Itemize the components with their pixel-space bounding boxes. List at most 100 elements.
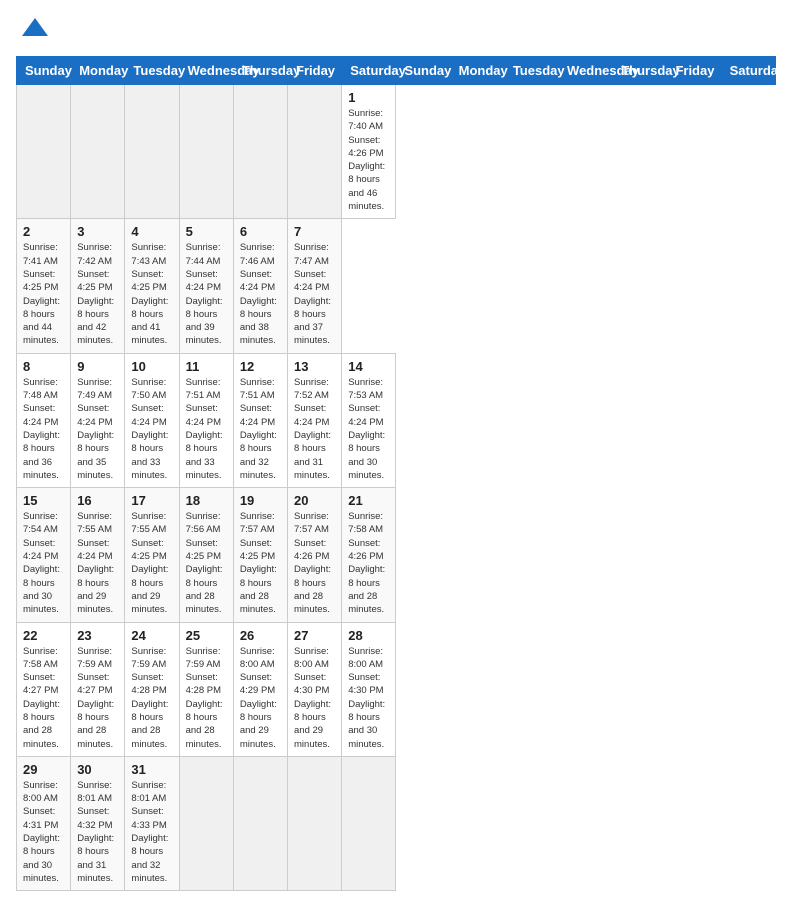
calendar-week-row: 1Sunrise: 7:40 AM Sunset: 4:26 PM Daylig…: [17, 85, 776, 219]
calendar-cell: 3Sunrise: 7:42 AM Sunset: 4:25 PM Daylig…: [71, 219, 125, 353]
header-col-saturday: Saturday: [721, 57, 775, 85]
day-number: 29: [23, 762, 64, 777]
day-info: Sunrise: 7:58 AM Sunset: 4:26 PM Dayligh…: [348, 510, 389, 616]
day-number: 1: [348, 90, 389, 105]
calendar-cell: [125, 85, 179, 219]
calendar-cell: 21Sunrise: 7:58 AM Sunset: 4:26 PM Dayli…: [342, 488, 396, 622]
day-number: 7: [294, 224, 335, 239]
header-sunday: Sunday: [17, 57, 71, 85]
calendar-cell: 19Sunrise: 7:57 AM Sunset: 4:25 PM Dayli…: [233, 488, 287, 622]
day-info: Sunrise: 7:53 AM Sunset: 4:24 PM Dayligh…: [348, 376, 389, 482]
day-number: 14: [348, 359, 389, 374]
day-number: 22: [23, 628, 64, 643]
header-col-friday: Friday: [667, 57, 721, 85]
calendar-cell: [342, 756, 396, 890]
calendar-cell: 7 Sunrise: 7:47 AM Sunset: 4:24 PM Daylig…: [288, 219, 342, 353]
calendar-cell: [288, 756, 342, 890]
day-info: Sunrise: 7:55 AM Sunset: 4:25 PM Dayligh…: [131, 510, 172, 616]
day-info: Sunrise: 7:46 AM Sunset: 4:24 PM Dayligh…: [240, 241, 281, 347]
day-info: Sunrise: 8:00 AM Sunset: 4:29 PM Dayligh…: [240, 645, 281, 751]
day-number: 23: [77, 628, 118, 643]
calendar-cell: 20Sunrise: 7:57 AM Sunset: 4:26 PM Dayli…: [288, 488, 342, 622]
header-wednesday: Wednesday: [179, 57, 233, 85]
calendar-cell: [233, 85, 287, 219]
logo-icon: [20, 16, 50, 46]
calendar-cell: [71, 85, 125, 219]
calendar-cell: 18 Sunrise: 7:56 AM Sunset: 4:25 PM Dayli…: [179, 488, 233, 622]
day-number: 17: [131, 493, 172, 508]
calendar-week-row: 8 Sunrise: 7:48 AM Sunset: 4:24 PM Daylig…: [17, 353, 776, 487]
calendar-cell: 6Sunrise: 7:46 AM Sunset: 4:24 PM Daylig…: [233, 219, 287, 353]
calendar-cell: 1Sunrise: 7:40 AM Sunset: 4:26 PM Daylig…: [342, 85, 396, 219]
day-info: Sunrise: 7:50 AM Sunset: 4:24 PM Dayligh…: [131, 376, 172, 482]
calendar-cell: 15 Sunrise: 7:54 AM Sunset: 4:24 PM Dayli…: [17, 488, 71, 622]
calendar-cell: 27 Sunrise: 8:00 AM Sunset: 4:30 PM Dayli…: [288, 622, 342, 756]
calendar-cell: [233, 756, 287, 890]
calendar-cell: 2 Sunrise: 7:41 AM Sunset: 4:25 PM Daylig…: [17, 219, 71, 353]
day-number: 2: [23, 224, 64, 239]
calendar-cell: 26 Sunrise: 8:00 AM Sunset: 4:29 PM Dayli…: [233, 622, 287, 756]
calendar-cell: [288, 85, 342, 219]
day-number: 5: [186, 224, 227, 239]
calendar-week-row: 29 Sunrise: 8:00 AM Sunset: 4:31 PM Dayli…: [17, 756, 776, 890]
calendar-cell: 22 Sunrise: 7:58 AM Sunset: 4:27 PM Dayli…: [17, 622, 71, 756]
calendar-cell: 9Sunrise: 7:49 AM Sunset: 4:24 PM Daylig…: [71, 353, 125, 487]
day-info: Sunrise: 7:59 AM Sunset: 4:28 PM Dayligh…: [186, 645, 227, 751]
header-col-wednesday: Wednesday: [559, 57, 613, 85]
header-friday: Friday: [288, 57, 342, 85]
header-col-sunday: Sunday: [396, 57, 450, 85]
calendar-cell: 17 Sunrise: 7:55 AM Sunset: 4:25 PM Dayli…: [125, 488, 179, 622]
day-info: Sunrise: 7:51 AM Sunset: 4:24 PM Dayligh…: [186, 376, 227, 482]
calendar-cell: 4Sunrise: 7:43 AM Sunset: 4:25 PM Daylig…: [125, 219, 179, 353]
day-number: 27: [294, 628, 335, 643]
calendar-cell: 14 Sunrise: 7:53 AM Sunset: 4:24 PM Dayli…: [342, 353, 396, 487]
header-col-thursday: Thursday: [613, 57, 667, 85]
day-info: Sunrise: 7:54 AM Sunset: 4:24 PM Dayligh…: [23, 510, 64, 616]
calendar-cell: 11 Sunrise: 7:51 AM Sunset: 4:24 PM Dayli…: [179, 353, 233, 487]
calendar-cell: 31 Sunrise: 8:01 AM Sunset: 4:33 PM Dayli…: [125, 756, 179, 890]
day-number: 30: [77, 762, 118, 777]
calendar-cell: 30Sunrise: 8:01 AM Sunset: 4:32 PM Dayli…: [71, 756, 125, 890]
calendar-cell: 8 Sunrise: 7:48 AM Sunset: 4:24 PM Daylig…: [17, 353, 71, 487]
calendar-week-row: 2 Sunrise: 7:41 AM Sunset: 4:25 PM Daylig…: [17, 219, 776, 353]
day-number: 13: [294, 359, 335, 374]
calendar-cell: 29 Sunrise: 8:00 AM Sunset: 4:31 PM Dayli…: [17, 756, 71, 890]
day-info: Sunrise: 7:51 AM Sunset: 4:24 PM Dayligh…: [240, 376, 281, 482]
day-info: Sunrise: 7:56 AM Sunset: 4:25 PM Dayligh…: [186, 510, 227, 616]
calendar-header-row: SundayMondayTuesdayWednesdayThursdayFrid…: [17, 57, 776, 85]
calendar-cell: 13Sunrise: 7:52 AM Sunset: 4:24 PM Dayli…: [288, 353, 342, 487]
day-number: 26: [240, 628, 281, 643]
calendar-week-row: 22 Sunrise: 7:58 AM Sunset: 4:27 PM Dayli…: [17, 622, 776, 756]
header-saturday: Saturday: [342, 57, 396, 85]
calendar-cell: 5Sunrise: 7:44 AM Sunset: 4:24 PM Daylig…: [179, 219, 233, 353]
day-info: Sunrise: 7:57 AM Sunset: 4:25 PM Dayligh…: [240, 510, 281, 616]
calendar-cell: 28Sunrise: 8:00 AM Sunset: 4:30 PM Dayli…: [342, 622, 396, 756]
header-monday: Monday: [71, 57, 125, 85]
day-info: Sunrise: 7:58 AM Sunset: 4:27 PM Dayligh…: [23, 645, 64, 751]
calendar-cell: 10Sunrise: 7:50 AM Sunset: 4:24 PM Dayli…: [125, 353, 179, 487]
day-info: Sunrise: 7:48 AM Sunset: 4:24 PM Dayligh…: [23, 376, 64, 482]
day-number: 16: [77, 493, 118, 508]
day-number: 31: [131, 762, 172, 777]
calendar-cell: [179, 756, 233, 890]
day-number: 11: [186, 359, 227, 374]
day-number: 18: [186, 493, 227, 508]
day-number: 28: [348, 628, 389, 643]
day-number: 15: [23, 493, 64, 508]
day-number: 24: [131, 628, 172, 643]
day-info: Sunrise: 7:55 AM Sunset: 4:24 PM Dayligh…: [77, 510, 118, 616]
day-number: 3: [77, 224, 118, 239]
calendar-table: SundayMondayTuesdayWednesdayThursdayFrid…: [16, 56, 776, 891]
header-thursday: Thursday: [233, 57, 287, 85]
day-info: Sunrise: 7:41 AM Sunset: 4:25 PM Dayligh…: [23, 241, 64, 347]
day-number: 8: [23, 359, 64, 374]
day-info: Sunrise: 8:01 AM Sunset: 4:33 PM Dayligh…: [131, 779, 172, 885]
page-header: [16, 16, 776, 46]
day-number: 20: [294, 493, 335, 508]
day-info: Sunrise: 8:00 AM Sunset: 4:30 PM Dayligh…: [294, 645, 335, 751]
day-info: Sunrise: 7:47 AM Sunset: 4:24 PM Dayligh…: [294, 241, 335, 347]
calendar-cell: 24Sunrise: 7:59 AM Sunset: 4:28 PM Dayli…: [125, 622, 179, 756]
calendar-cell: 16 Sunrise: 7:55 AM Sunset: 4:24 PM Dayli…: [71, 488, 125, 622]
header-col-tuesday: Tuesday: [504, 57, 558, 85]
day-info: Sunrise: 8:00 AM Sunset: 4:31 PM Dayligh…: [23, 779, 64, 885]
